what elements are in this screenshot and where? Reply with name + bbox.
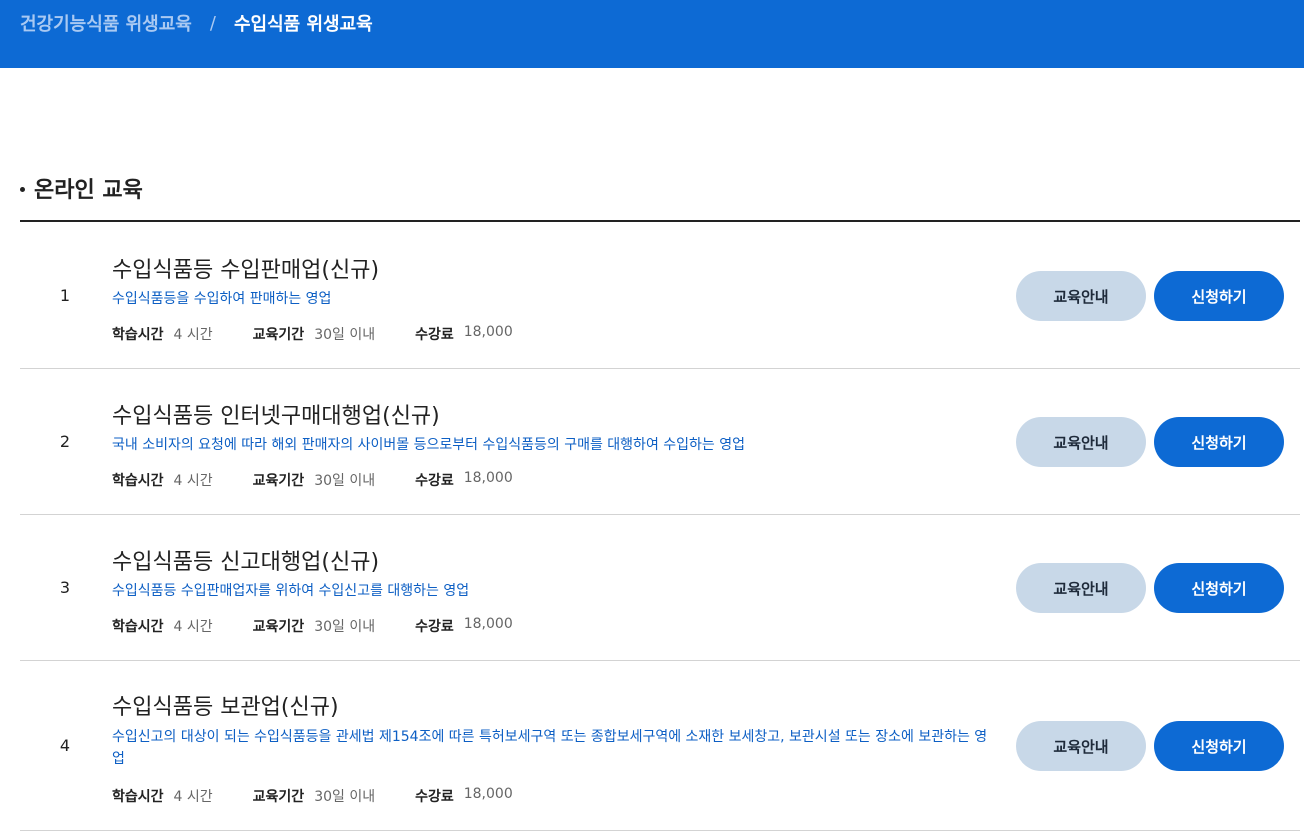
study-time-label: 학습시간 [112,473,164,489]
course-description: 국내 소비자의 요청에 따라 해외 판매자의 사이버몰 등으로부터 수입식품등의… [112,437,745,453]
period-label: 교육기간 [252,619,305,635]
fee-value: 18,000 [463,470,513,486]
period-label: 교육기간 [252,327,305,343]
education-guide-button[interactable]: 교육안내 [1016,271,1146,321]
period-value: 30일 이내 [314,473,376,489]
course-item: 4 수입식품등 보관업(신규) 수입신고의 대상이 되는 수입식품등을 관세법 … [20,661,1300,831]
education-guide-button[interactable]: 교육안내 [1016,721,1146,771]
breadcrumb-current: 수입식품 위생교육 [233,14,373,35]
apply-button[interactable]: 신청하기 [1154,563,1284,613]
study-time-value: 4 시간 [173,473,213,489]
course-title: 수입식품등 신고대행업(신규) [112,550,380,575]
fee-label: 수강료 [415,327,454,343]
study-time-label: 학습시간 [112,789,164,805]
education-guide-button[interactable]: 교육안내 [1016,417,1146,467]
course-number: 4 [59,736,71,755]
course-description: 수입식품등을 수입하여 판매하는 영업 [112,291,332,307]
top-header-bar: 건강기능식품 위생교육 / 수입식품 위생교육 [0,0,1304,68]
period-value: 30일 이내 [314,327,376,343]
course-description: 수입식품등 수입판매업자를 위하여 수입신고를 대행하는 영업 [112,583,470,599]
study-time-value: 4 시간 [173,619,213,635]
course-title: 수입식품등 보관업(신규) [112,695,339,720]
section-title-text: 온라인 교육 [34,178,143,203]
period-value: 30일 이내 [314,789,376,805]
fee-value: 18,000 [463,786,513,802]
education-guide-button[interactable]: 교육안내 [1016,563,1146,613]
apply-button[interactable]: 신청하기 [1154,417,1284,467]
course-description: 수입신고의 대상이 되는 수입식품등을 관세법 제154조에 따른 특허보세구역… [112,729,988,767]
apply-button[interactable]: 신청하기 [1154,271,1284,321]
breadcrumb-separator: / [209,12,216,34]
course-title: 수입식품등 수입판매업(신규) [112,258,380,283]
period-label: 교육기간 [252,473,305,489]
course-item: 1 수입식품등 수입판매업(신규) 수입식품등을 수입하여 판매하는 영업 학습… [20,222,1300,369]
study-time-value: 4 시간 [173,327,213,343]
course-number: 3 [59,578,71,597]
course-meta: 학습시간 4 시간 교육기간 30일 이내 수강료 18,000 [112,786,553,806]
bullet-icon [20,187,25,192]
fee-value: 18,000 [463,616,513,632]
study-time-label: 학습시간 [112,327,164,343]
period-label: 교육기간 [252,789,305,805]
fee-value: 18,000 [463,324,513,340]
course-meta: 학습시간 4 시간 교육기간 30일 이내 수강료 18,000 [112,616,553,636]
course-meta: 학습시간 4 시간 교육기간 30일 이내 수강료 18,000 [112,470,553,490]
period-value: 30일 이내 [314,619,376,635]
course-item: 2 수입식품등 인터넷구매대행업(신규) 국내 소비자의 요청에 따라 해외 판… [20,369,1300,515]
section-title: 온라인 교육 [20,173,143,203]
course-number: 1 [59,286,71,305]
course-item: 3 수입식품등 신고대행업(신규) 수입식품등 수입판매업자를 위하여 수입신고… [20,515,1300,661]
fee-label: 수강료 [415,473,454,489]
course-number: 2 [59,432,71,451]
apply-button[interactable]: 신청하기 [1154,721,1284,771]
study-time-value: 4 시간 [173,789,213,805]
course-meta: 학습시간 4 시간 교육기간 30일 이내 수강료 18,000 [112,324,553,344]
course-title: 수입식품등 인터넷구매대행업(신규) [112,404,440,429]
breadcrumb-parent-link[interactable]: 건강기능식품 위생교육 [20,10,192,36]
study-time-label: 학습시간 [112,619,164,635]
breadcrumb: 건강기능식품 위생교육 / 수입식품 위생교육 [20,10,373,36]
fee-label: 수강료 [415,789,454,805]
fee-label: 수강료 [415,619,454,635]
